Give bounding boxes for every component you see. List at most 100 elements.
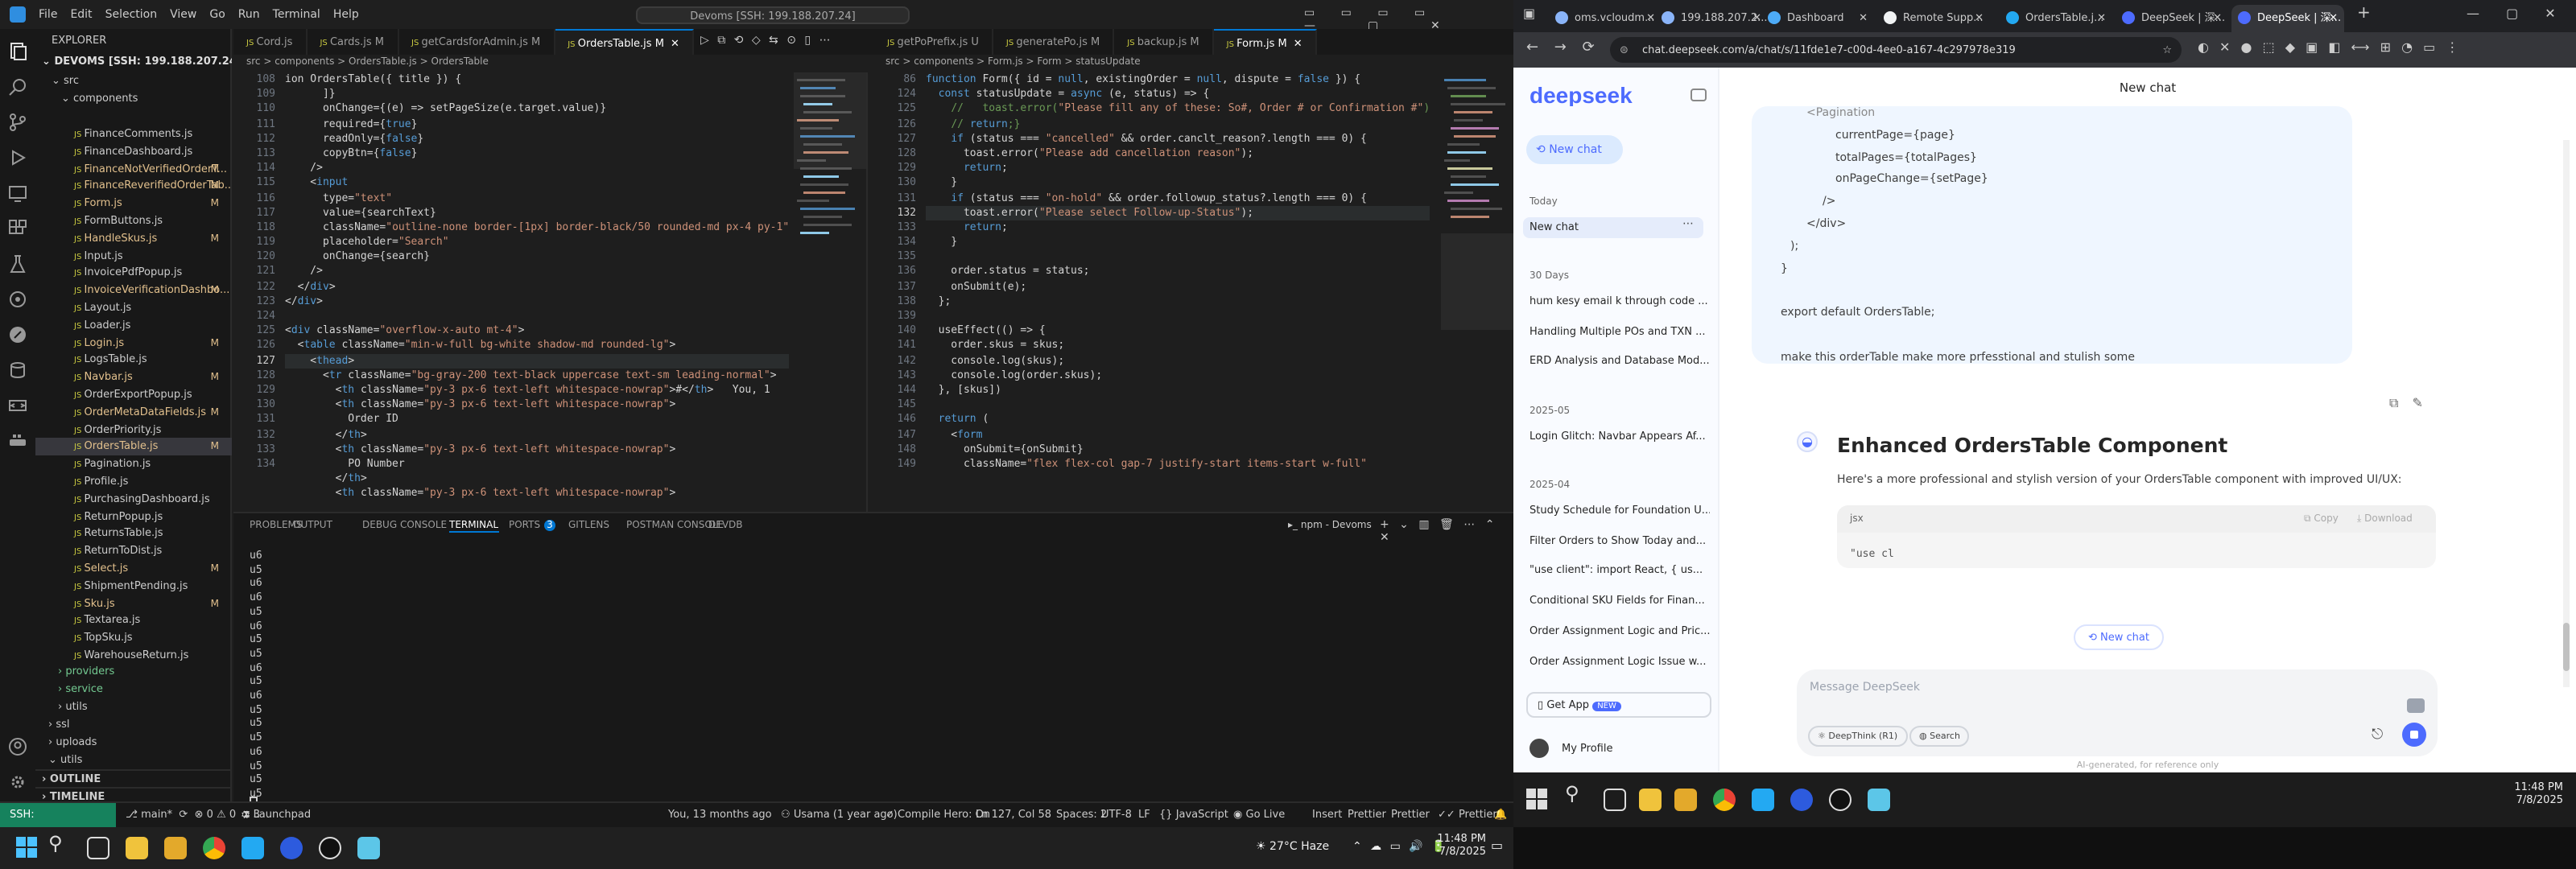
folder-item[interactable]: › utils — [35, 698, 232, 716]
chat-history-item[interactable]: Filter Orders to Show Today and... — [1530, 533, 1710, 546]
close-icon[interactable]: ✕ — [1646, 5, 1655, 31]
app-icon[interactable] — [1868, 789, 1890, 811]
git-blame[interactable]: You, 13 months ago — [668, 808, 772, 821]
attach-icon[interactable]: ⎋ — [2372, 727, 2383, 743]
file-item[interactable]: JS ShipmentPending.js — [35, 578, 232, 595]
folder-src[interactable]: ⌄ src — [35, 72, 232, 90]
git-branch[interactable]: main* — [141, 808, 172, 821]
postman-icon[interactable] — [8, 325, 27, 344]
chrome-icon[interactable] — [1713, 789, 1736, 811]
prettier-1[interactable]: Prettier — [1348, 808, 1386, 821]
task-view-icon[interactable] — [1604, 789, 1626, 811]
menu-item[interactable]: Edit — [70, 8, 92, 21]
go-live[interactable]: ◉ Go Live — [1233, 808, 1285, 821]
clock-right[interactable]: 11:48 PM 7/8/2025 — [2479, 780, 2563, 806]
panel-tab[interactable]: GITLENS — [568, 520, 609, 531]
editor-split-divider[interactable] — [866, 72, 868, 512]
file-item[interactable]: JS Navbar.js M — [35, 369, 232, 386]
menu-item[interactable]: Selection — [105, 8, 158, 21]
avatar[interactable] — [1530, 739, 1549, 758]
file-item[interactable]: JS FinanceReverifiedOrderTab... M — [35, 178, 232, 196]
search-toggle[interactable]: ◍ Search — [1909, 726, 1970, 747]
copy-icon[interactable]: ⧉ — [2389, 396, 2398, 410]
file-item[interactable]: JS TopSku.js — [35, 629, 232, 647]
tab-search-icon[interactable]: ▣ — [1523, 6, 1542, 26]
file-item[interactable]: JS PurchasingDashboard.js — [35, 491, 232, 509]
file-item[interactable]: JS Login.js M — [35, 334, 232, 352]
notification-icon[interactable]: ▭ — [1491, 838, 1503, 853]
chat-history-item[interactable]: Conditional SKU Fields for Finan... — [1530, 594, 1710, 607]
launchpad[interactable]: ⛭ Launchpad — [242, 808, 311, 822]
code-editor-right[interactable]: 86 124 125 126 127 128 129 130 131 132 133 134 135 13… — [874, 72, 1441, 512]
search-icon[interactable]: ⚲ — [48, 832, 63, 855]
minimap-right[interactable] — [1441, 72, 1513, 512]
error-count[interactable]: 0 — [207, 808, 213, 821]
panel-tab[interactable]: OUTPUT — [293, 520, 332, 531]
file-item[interactable]: JS HandleSkus.js M — [35, 230, 232, 248]
terminal-output[interactable]: u6 u5 u6 u6 u5 u6 u5 u5 u6 u5 u6 u5 u5 u5 u6 u5 u5 u5 — [250, 549, 262, 801]
chat-item-active[interactable]: New chat ⋯ — [1523, 217, 1703, 238]
zoom-icon[interactable] — [1790, 789, 1813, 811]
bookmark-star-icon[interactable]: ☆ — [2162, 37, 2172, 63]
docker-icon[interactable] — [8, 431, 27, 451]
panel-tab[interactable]: DEBUG CONSOLE — [362, 520, 447, 531]
new-chat-button[interactable]: ⟲ New chat — [1526, 135, 1623, 164]
github-icon[interactable] — [1829, 789, 1852, 811]
folder-item[interactable]: ⌄ utils — [35, 752, 232, 769]
browser-tab[interactable]: DeepSeek | 深... ✕ — [2116, 5, 2228, 32]
file-item[interactable]: JS Layout.js — [35, 299, 232, 317]
close-icon[interactable]: ✕ — [2329, 5, 2338, 31]
git-author[interactable]: ⚇ Usama (1 year ago) — [781, 808, 898, 821]
file-item[interactable]: JS InvoiceVerificationDashbo... M — [35, 282, 232, 299]
bell-icon[interactable]: 🔔 — [1494, 808, 1507, 821]
menu-item[interactable]: Run — [238, 8, 260, 21]
panel-tab[interactable]: DEVDB — [708, 520, 743, 531]
chat-history-item[interactable]: hum kesy email k through code ... — [1530, 294, 1710, 307]
file-item[interactable]: JS OrderExportPopup.js — [35, 386, 232, 404]
explorer-icon[interactable] — [8, 42, 27, 61]
testing-icon[interactable] — [8, 254, 27, 274]
my-profile-link[interactable]: My Profile — [1562, 742, 1612, 755]
image-upload-icon[interactable] — [2407, 698, 2425, 713]
menu-item[interactable]: Go — [209, 8, 225, 21]
compile-hero[interactable]: ✓ Compile Hero: On — [886, 808, 990, 821]
file-explorer-icon[interactable] — [126, 837, 148, 859]
editor-tab[interactable]: JS Cards.js M — [307, 29, 398, 55]
file-item[interactable]: JS Textarea.js — [35, 612, 232, 630]
breadcrumb-left[interactable]: src > components > OrdersTable.js > Orde… — [246, 56, 858, 72]
stop-button[interactable] — [2402, 723, 2426, 747]
indentation[interactable]: Spaces: 2 — [1056, 808, 1107, 821]
file-item[interactable]: JS OrderMetaDataFields.js M — [35, 404, 232, 422]
edit-icon[interactable]: ✎ — [2413, 396, 2423, 410]
file-item[interactable]: JS InvoicePdfPopup.js — [35, 265, 232, 282]
panel-tab[interactable]: PORTS 3 — [509, 520, 556, 531]
chrome-icon[interactable] — [203, 837, 225, 859]
file-item[interactable]: JS OrdersTable.js M — [35, 438, 232, 456]
panel-tab[interactable]: TERMINAL — [449, 520, 499, 533]
workspace-root[interactable]: ⌄ DEVOMS [SSH: 199.188.207.24] — [35, 53, 232, 71]
warning-count[interactable]: 0 — [229, 808, 236, 821]
chat-history-item[interactable]: "use client": import React, { us... — [1530, 564, 1710, 577]
chat-history-item[interactable]: Login Glitch: Navbar Appears Af... — [1530, 430, 1710, 443]
folder-item[interactable]: › providers — [35, 663, 232, 681]
close-icon[interactable]: ✕ — [2213, 5, 2222, 31]
editor-tab[interactable]: JS getCardsforAdmin.js M — [398, 29, 555, 55]
file-item[interactable]: JS Pagination.js — [35, 455, 232, 473]
outline-section[interactable]: › OUTLINE — [35, 769, 232, 787]
search-icon[interactable]: ⚲ — [1565, 782, 1579, 805]
editor-tab[interactable]: JS Form.js M ✕ — [1213, 29, 1317, 55]
file-item[interactable]: JS Input.js — [35, 247, 232, 265]
menu-item[interactable]: Help — [333, 8, 359, 21]
remote-explorer-icon[interactable] — [8, 183, 27, 203]
more-icon[interactable]: ⋯ — [1682, 217, 1694, 230]
chat-history-item[interactable]: Order Assignment Logic and Pric... — [1530, 624, 1710, 637]
editor-tab[interactable]: JS generatePo.js M — [993, 29, 1115, 55]
sync-icon[interactable]: ⟳ — [179, 808, 188, 821]
chat-history-item[interactable]: ERD Analysis and Database Mod... — [1530, 355, 1710, 368]
folder-item[interactable]: › service — [35, 681, 232, 698]
prettier-2[interactable]: Prettier — [1391, 808, 1430, 821]
file-item[interactable]: JS ReturnsTable.js — [35, 525, 232, 543]
close-icon[interactable]: ✕ — [1975, 5, 1984, 31]
search-icon[interactable] — [8, 77, 27, 97]
close-icon[interactable]: ✕ — [1859, 5, 1868, 31]
